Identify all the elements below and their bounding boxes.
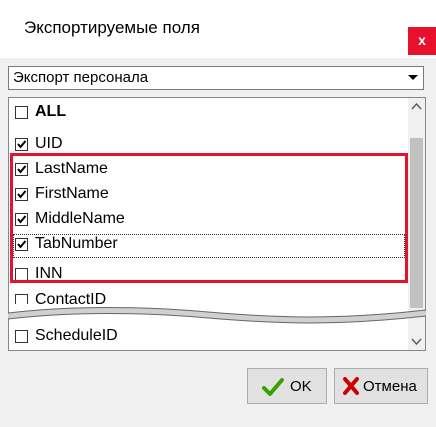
field-label: TabNumber bbox=[35, 235, 118, 252]
export-fields-dialog: Экспортируемые поля x Экспорт персонала … bbox=[0, 0, 436, 427]
field-checkbox[interactable] bbox=[15, 163, 28, 176]
field-item-inn[interactable]: INN bbox=[13, 264, 405, 288]
field-checkbox[interactable] bbox=[15, 138, 28, 151]
checkmark-icon bbox=[262, 378, 284, 396]
field-item-lastname[interactable]: LastName bbox=[13, 159, 405, 183]
cancel-button[interactable]: Отмена bbox=[334, 368, 428, 404]
export-preset-select[interactable]: Экспорт персонала bbox=[8, 66, 424, 90]
ok-button[interactable]: OK bbox=[247, 368, 327, 404]
field-checkbox[interactable] bbox=[15, 330, 28, 343]
title-bar: Экспортируемые поля x bbox=[0, 0, 436, 58]
field-checkbox[interactable] bbox=[15, 213, 28, 226]
cross-icon bbox=[343, 377, 359, 395]
field-item-uid[interactable]: UID bbox=[13, 134, 405, 158]
field-checkbox[interactable] bbox=[15, 238, 28, 251]
field-item-all[interactable]: ALL bbox=[13, 102, 405, 126]
field-checkbox[interactable] bbox=[15, 294, 28, 304]
chevron-down-icon[interactable] bbox=[403, 67, 423, 89]
field-label: FirstName bbox=[35, 185, 109, 202]
field-item-firstname[interactable]: FirstName bbox=[13, 184, 405, 208]
field-item-scheduleid[interactable]: ScheduleID bbox=[13, 326, 405, 350]
scroll-thumb[interactable] bbox=[410, 138, 423, 308]
field-checkbox[interactable] bbox=[15, 188, 28, 201]
torn-edge-divider bbox=[8, 307, 426, 324]
field-item-middlename[interactable]: MiddleName bbox=[13, 209, 405, 233]
field-label: ScheduleID bbox=[35, 327, 118, 344]
field-label: MiddleName bbox=[35, 210, 125, 227]
field-checkbox[interactable] bbox=[15, 106, 28, 119]
close-button[interactable]: x bbox=[408, 27, 436, 55]
ok-button-label: OK bbox=[290, 378, 312, 395]
field-checkbox[interactable] bbox=[15, 268, 28, 281]
scroll-up-arrow-icon[interactable] bbox=[408, 98, 425, 115]
field-label: LastName bbox=[35, 160, 108, 177]
field-item-contactid[interactable]: ContactID bbox=[13, 290, 405, 304]
field-label: INN bbox=[35, 265, 63, 282]
export-preset-value: Экспорт персонала bbox=[13, 69, 149, 86]
dialog-title: Экспортируемые поля bbox=[24, 18, 200, 37]
field-label: UID bbox=[35, 135, 63, 152]
field-label: ALL bbox=[35, 103, 67, 120]
field-item-tabnumber[interactable]: TabNumber bbox=[13, 234, 405, 258]
scroll-down-arrow-icon[interactable] bbox=[408, 333, 425, 350]
cancel-button-label: Отмена bbox=[363, 378, 417, 395]
field-label: ContactID bbox=[35, 291, 107, 304]
